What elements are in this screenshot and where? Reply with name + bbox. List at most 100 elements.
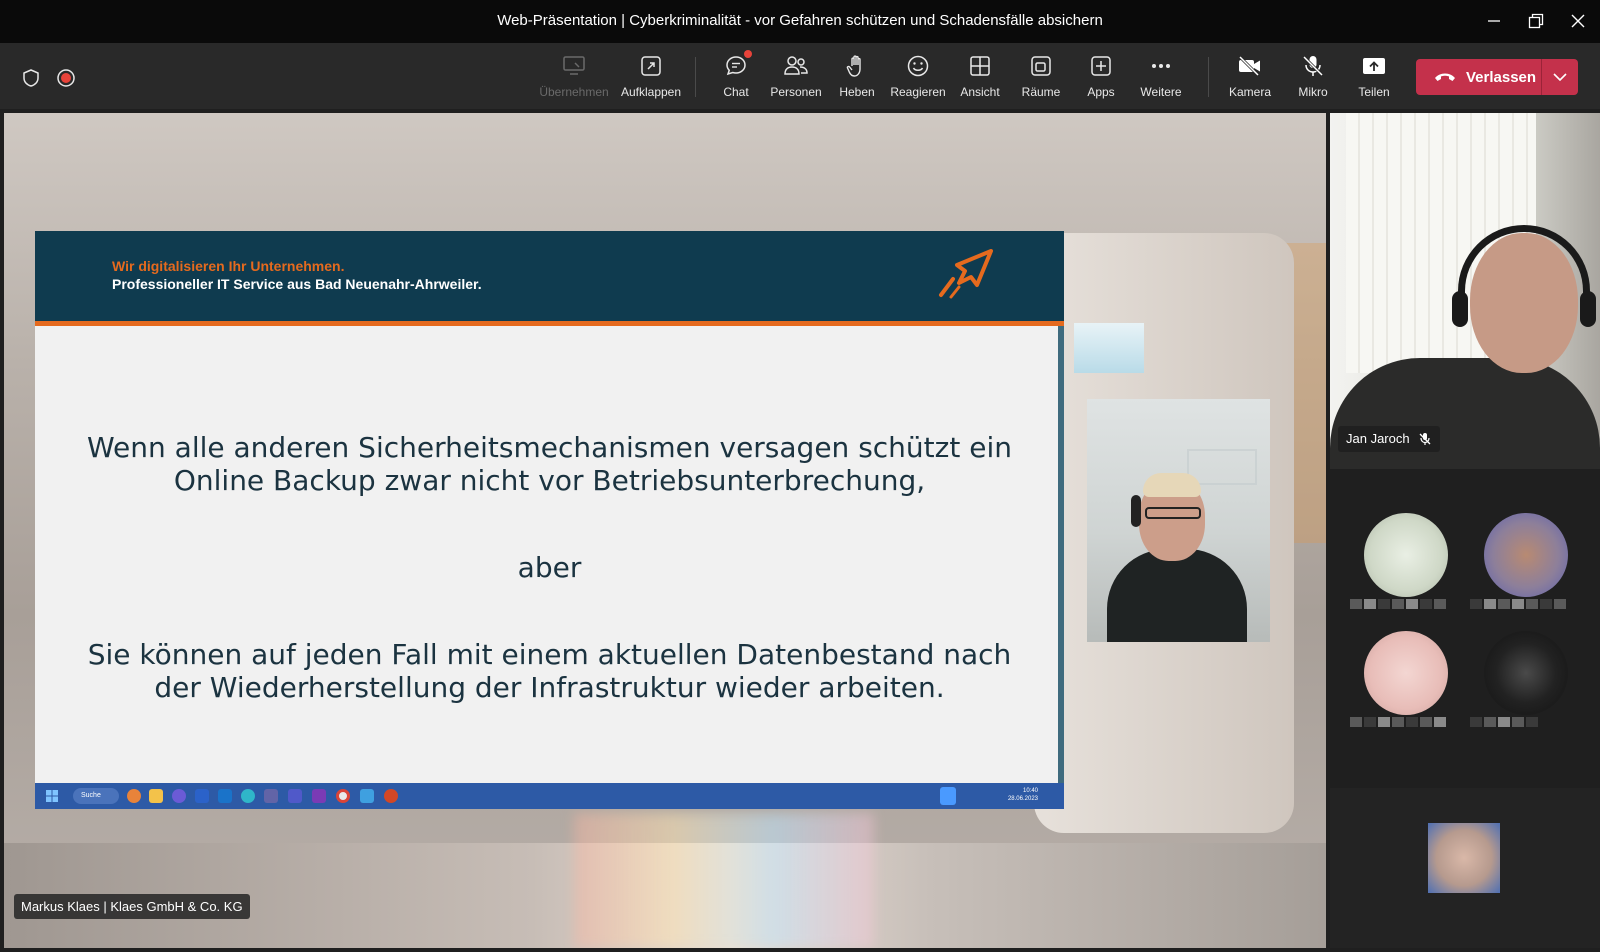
taskbar-search: Suche — [73, 788, 119, 804]
participant-name-pixelated — [1350, 717, 1446, 727]
tray-mic-icon — [940, 787, 956, 805]
raise-hand-label: Heben — [839, 85, 875, 99]
avatar — [1428, 823, 1500, 893]
leave-button-group: Verlassen — [1416, 59, 1578, 95]
leave-button[interactable]: Verlassen — [1416, 59, 1542, 95]
participant-tile[interactable] — [1340, 621, 1458, 739]
people-icon — [783, 53, 809, 79]
cloud-icon — [360, 789, 374, 803]
participant-tile[interactable] — [1460, 503, 1578, 621]
chevron-down-icon — [1553, 73, 1567, 81]
taskbar-time: 10:40 — [1022, 788, 1038, 794]
title-bar: Web-Präsentation | Cyberkriminalität - v… — [0, 0, 1600, 43]
raise-hand-button[interactable]: Heben — [827, 53, 887, 103]
more-icon — [1148, 53, 1174, 79]
minimize-icon — [1488, 20, 1500, 22]
participant-video-featured[interactable]: Jan Jaroch — [1330, 113, 1600, 469]
avatar — [1484, 631, 1568, 715]
raise-hand-icon — [844, 53, 870, 79]
apps-label: Apps — [1087, 85, 1115, 99]
participant-tile-self[interactable] — [1330, 788, 1600, 948]
slide-tagline: Wir digitalisieren Ihr Unternehmen. — [112, 258, 345, 274]
participant-tile[interactable] — [1340, 503, 1458, 621]
chat-notification-badge — [744, 50, 752, 58]
background-decor — [574, 813, 874, 948]
slide-side-bar — [1058, 326, 1064, 786]
participant-name-pixelated — [1470, 599, 1566, 609]
meeting-toolbar: Übernehmen Aufklappen Chat Personen Hebe… — [0, 43, 1600, 109]
participant-name: Jan Jaroch — [1346, 431, 1410, 446]
headset-icon — [1580, 291, 1596, 327]
restore-icon — [1528, 13, 1544, 29]
react-button[interactable]: Reagieren — [888, 53, 948, 103]
presenter-nameplate: Markus Klaes | Klaes GmbH & Co. KG — [14, 894, 250, 919]
participant-figure — [1330, 358, 1600, 469]
mic-button[interactable]: Mikro — [1283, 53, 1343, 103]
chat-icon — [723, 50, 752, 79]
smiley-icon — [905, 53, 931, 79]
view-label: Ansicht — [960, 85, 1000, 99]
app-icon — [127, 789, 141, 803]
close-icon — [1571, 14, 1585, 28]
presenter-figure — [1145, 507, 1201, 519]
restore-button[interactable] — [1518, 8, 1554, 34]
chat-button[interactable]: Chat — [706, 50, 766, 103]
slide-paragraph: Sie können auf jeden Fall mit einem aktu… — [87, 638, 1012, 704]
take-control-button[interactable]: Übernehmen — [539, 53, 609, 103]
leave-label: Verlassen — [1466, 68, 1537, 86]
more-button[interactable]: Weitere — [1131, 53, 1191, 103]
chrome-icon — [336, 789, 350, 803]
windows-start-icon — [46, 790, 58, 802]
headset-icon — [1131, 495, 1141, 527]
avatar — [1364, 631, 1448, 715]
onenote-icon — [312, 789, 326, 803]
toolbar-divider — [695, 57, 696, 97]
window-title: Web-Präsentation | Cyberkriminalität - v… — [497, 12, 1103, 29]
camera-off-icon — [1237, 53, 1263, 79]
monitor-icon — [561, 53, 587, 79]
shield-icon[interactable] — [21, 68, 41, 88]
grid-view-icon — [967, 53, 993, 79]
close-button[interactable] — [1560, 8, 1596, 34]
teams-icon — [264, 789, 278, 803]
camera-label: Kamera — [1228, 85, 1272, 99]
slide-paragraph: Wenn alle anderen Sicherheitsmechanismen… — [87, 431, 1012, 497]
apps-button[interactable]: Apps — [1071, 53, 1131, 103]
recording-icon — [57, 69, 75, 87]
camera-button[interactable]: Kamera — [1220, 53, 1280, 103]
people-button[interactable]: Personen — [766, 53, 826, 103]
pop-out-icon — [638, 53, 664, 79]
outlook-icon — [218, 789, 232, 803]
participant-tile[interactable] — [1460, 621, 1578, 739]
share-label: Teilen — [1358, 85, 1390, 99]
minimize-button[interactable] — [1476, 8, 1512, 34]
slide-accent-bar — [35, 321, 1064, 326]
apps-plus-icon — [1088, 53, 1114, 79]
mic-off-icon — [1300, 53, 1326, 79]
toolbar-divider — [1208, 57, 1209, 97]
participants-panel: Jan Jaroch — [1330, 113, 1600, 948]
word-icon — [195, 789, 209, 803]
share-icon — [1361, 53, 1387, 79]
share-button[interactable]: Teilen — [1344, 53, 1404, 103]
more-label: Weitere — [1140, 85, 1182, 99]
powerpoint-icon — [384, 789, 398, 803]
slide-subtitle: Professioneller IT Service aus Bad Neuen… — [112, 276, 482, 292]
mic-muted-icon — [1419, 433, 1431, 445]
pop-out-label: Aufklappen — [620, 85, 682, 99]
rocket-logo-icon — [939, 249, 993, 299]
headset-icon — [1452, 291, 1468, 327]
shared-screen[interactable]: Wir digitalisieren Ihr Unternehmen. Prof… — [35, 231, 1064, 809]
pop-out-button[interactable]: Aufklappen — [621, 53, 681, 103]
mic-label: Mikro — [1298, 85, 1328, 99]
slide-header: Wir digitalisieren Ihr Unternehmen. Prof… — [35, 231, 1064, 321]
presenter-figure — [1107, 549, 1247, 642]
people-label: Personen — [770, 85, 822, 99]
leave-options-dropdown[interactable] — [1542, 73, 1578, 81]
take-control-label: Übernehmen — [539, 85, 609, 99]
slide-paragraph: aber — [517, 551, 582, 584]
view-button[interactable]: Ansicht — [950, 53, 1010, 103]
rooms-button[interactable]: Räume — [1011, 53, 1071, 103]
presenter-video[interactable] — [1087, 399, 1270, 642]
taskbar-date: 28.06.2023 — [1007, 796, 1038, 802]
